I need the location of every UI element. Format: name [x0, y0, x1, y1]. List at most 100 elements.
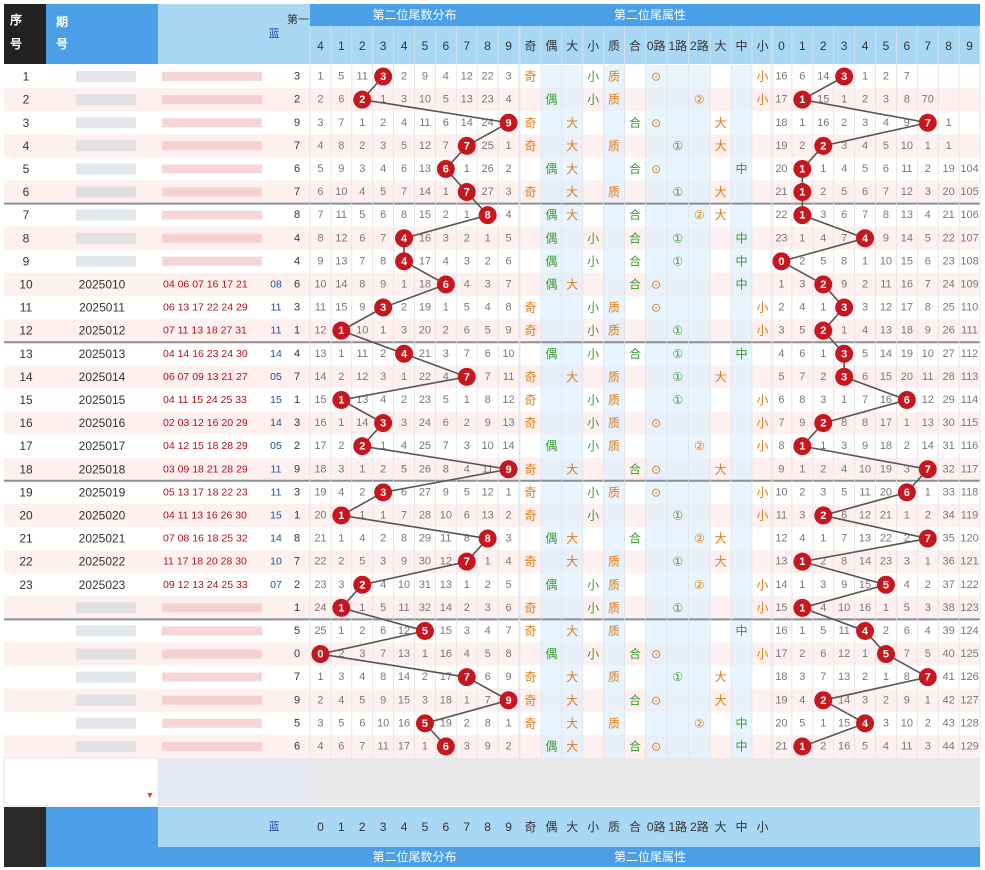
attr-cell-shade	[645, 249, 667, 273]
balls-header-cell	[158, 4, 286, 64]
dist-omission-value: 15	[398, 694, 410, 706]
dist-omission-value: 1	[443, 302, 449, 314]
dist-omission-value: 31	[419, 579, 431, 591]
tail-omission-value: 13	[901, 209, 913, 221]
attr-value: 奇	[524, 485, 536, 499]
attr-cell-shade	[667, 88, 689, 112]
attr-value: 质	[608, 485, 620, 499]
attr-value: 偶	[545, 347, 557, 361]
row-first-digit: 6	[294, 278, 300, 290]
attr-value: ⊙	[651, 647, 661, 661]
tail-omission-value: 44	[943, 740, 955, 752]
dist-omission-value: 6	[464, 509, 470, 521]
attr-value: 小	[587, 439, 599, 453]
tail-omission-value: 19	[775, 140, 787, 152]
attr-value: 大	[566, 670, 578, 684]
tail-omission-value: 20	[943, 186, 955, 198]
dist-omission-value: 1	[422, 648, 428, 660]
tail-omission-value: 18	[775, 117, 787, 129]
tail-omission-value: 10	[838, 602, 850, 614]
tail-omission-value: 5	[862, 740, 868, 752]
tail-omission-value: 1	[925, 556, 931, 568]
dist-trend-ball-digit: 0	[317, 649, 323, 661]
attr-cell-shade	[731, 688, 752, 712]
row-red-balls-blurred	[162, 718, 262, 728]
dist-omission-value: 23	[314, 579, 326, 591]
tail-omission-value: 1	[820, 533, 826, 545]
dist-omission-value: 2	[401, 394, 407, 406]
footer-attr-label: 0路	[647, 819, 666, 834]
attr-value: 奇	[524, 693, 536, 707]
tail-header-digit: 7	[924, 39, 931, 53]
dist-omission-value: 5	[464, 302, 470, 314]
attr-value: 奇	[524, 370, 536, 384]
row-blue-ball: 11	[271, 325, 282, 337]
row-red-balls-blurred	[162, 256, 262, 266]
dist-trend-ball-digit: 7	[464, 556, 470, 568]
attr-value: 合	[629, 461, 641, 476]
attr-cell-shade	[667, 688, 689, 712]
attr-value: 小	[756, 601, 768, 615]
scroll-down-arrow-icon[interactable]: ▼	[146, 790, 155, 800]
dist-omission-value: 6	[338, 740, 344, 752]
attr-value: 大	[566, 116, 578, 130]
row-red-balls: 11 17 18 20 28 30	[163, 556, 247, 568]
row-red-balls: 07 11 13 18 27 31	[163, 325, 247, 337]
dist-omission-value: 9	[380, 694, 386, 706]
row-issue: 2025017	[79, 439, 126, 453]
footer-subheader-bar	[310, 807, 980, 847]
tail-omission-value: 2	[820, 186, 826, 198]
row-seq: 10	[19, 277, 33, 291]
dist-omission-value: 24	[419, 417, 431, 429]
tail-omission-value: 1	[841, 394, 847, 406]
tail-omission-value: 7	[862, 394, 868, 406]
attr-cell-shade	[731, 434, 752, 458]
tail-omission-value: 3	[841, 440, 847, 452]
attr-cell-shade	[561, 249, 583, 273]
tail-trend-ball-digit: 1	[799, 556, 805, 568]
dist-omission-value: 3	[464, 740, 470, 752]
dist-trend-ball-digit: 3	[380, 302, 386, 314]
attr-value: 奇	[524, 324, 536, 338]
tail-omission-value: 13	[880, 325, 892, 337]
attr-value: 小	[756, 324, 768, 338]
tail-omission-value: 4	[883, 117, 889, 129]
attr-value: ①	[672, 347, 683, 361]
dist-omission-value: 2	[464, 417, 470, 429]
attr-value: 小	[587, 647, 599, 661]
row-red-balls: 02 03 12 16 20 29	[163, 417, 248, 429]
tail-omission-value: 29	[943, 394, 955, 406]
tail-trend-ball-digit: 7	[925, 533, 931, 545]
attr-value: 小	[756, 485, 768, 499]
tail-omission-value: 8	[883, 209, 889, 221]
attr-cell-shade	[731, 596, 752, 620]
attr-cell-shade	[731, 411, 752, 435]
dist-omission-value: 4	[485, 625, 491, 637]
dist-omission-value: 4	[401, 440, 407, 452]
tail-omission-value: 1	[904, 417, 910, 429]
tail-omission-value: 1	[799, 463, 805, 475]
row-issue-blurred	[76, 209, 136, 221]
attr-value: 质	[608, 555, 620, 569]
attr-value: 偶	[545, 208, 557, 222]
dist-omission-value: 22	[419, 371, 431, 383]
footer-attr-label: 偶	[545, 820, 557, 834]
row-first-digit: 7	[294, 186, 300, 198]
dist-omission-value: 9	[380, 278, 386, 290]
dist-omission-value: 2	[505, 163, 511, 175]
dist-omission-value: 4	[317, 740, 323, 752]
tail-omission-value: 40	[943, 648, 955, 660]
attr-value: 大	[566, 532, 578, 546]
dist-omission-value: 9	[422, 71, 428, 83]
attr-cell-shade	[645, 503, 667, 527]
attr-cell-shade	[645, 596, 667, 620]
attr-value: 大	[715, 462, 727, 476]
attr-value: 奇	[524, 624, 536, 638]
tail-omission-value: 6	[883, 163, 889, 175]
dist-omission-value: 3	[317, 117, 323, 129]
tail-omission-value: 7	[925, 278, 931, 290]
tail-omission-value: 107	[960, 232, 978, 244]
attr-cell-shade	[667, 642, 689, 666]
tail-omission-value: 1	[862, 71, 868, 83]
tail-omission-value: 12	[775, 533, 787, 545]
